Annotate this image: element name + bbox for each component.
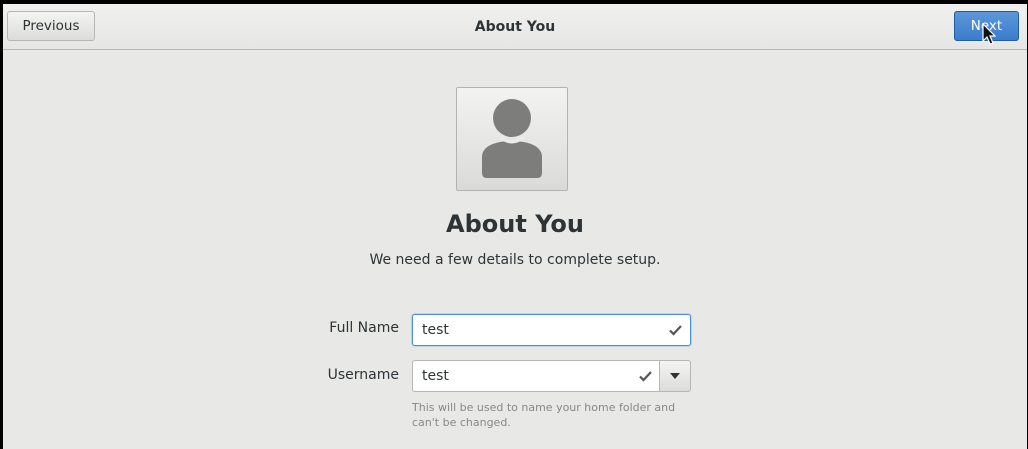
username-field[interactable]: test — [412, 360, 660, 392]
previous-button[interactable]: Previous — [7, 11, 95, 41]
avatar-button[interactable] — [456, 87, 568, 191]
username-dropdown-button[interactable] — [659, 360, 691, 392]
setup-window: Previous About You Next About You We nee… — [3, 4, 1027, 449]
full-name-label: Full Name — [329, 320, 399, 336]
username-hint: This will be used to name your home fold… — [412, 401, 676, 429]
full-name-value: test — [422, 322, 449, 338]
full-name-field[interactable]: test — [412, 314, 691, 346]
check-icon — [669, 325, 682, 336]
header-bar: Previous About You Next — [3, 4, 1027, 50]
mouse-pointer-icon — [982, 23, 996, 45]
username-value: test — [422, 368, 449, 384]
page-title: About You — [446, 210, 584, 238]
header-title: About You — [474, 18, 556, 35]
username-label: Username — [327, 367, 399, 383]
chevron-down-icon — [670, 373, 680, 379]
user-avatar-icon — [482, 99, 542, 178]
page-subtitle: We need a few details to complete setup. — [369, 252, 661, 268]
check-icon — [639, 371, 652, 382]
